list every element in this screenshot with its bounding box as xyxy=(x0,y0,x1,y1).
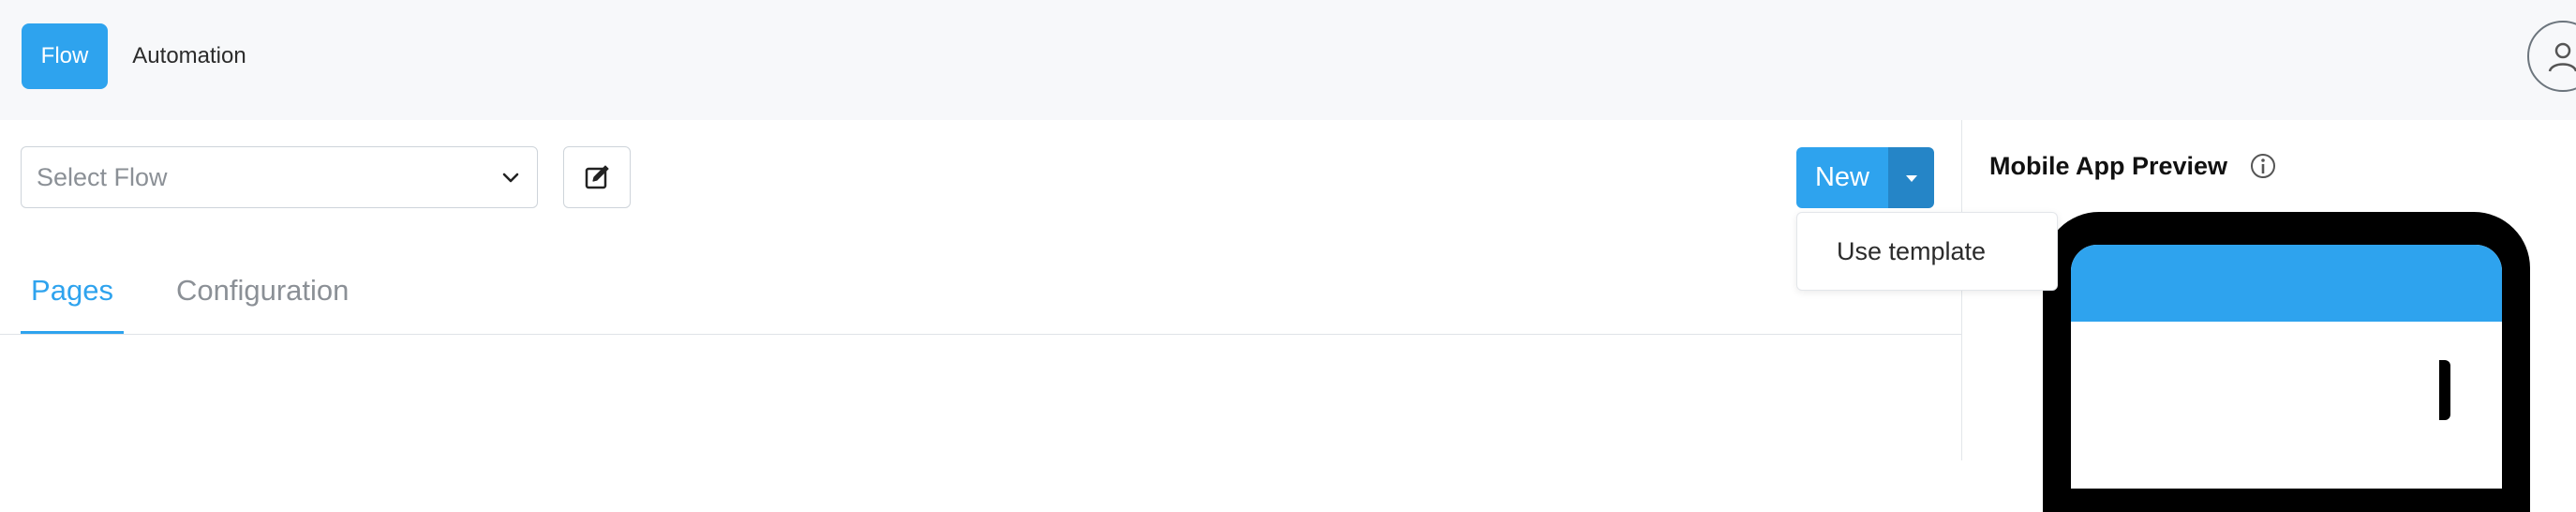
nav-tab-automation[interactable]: Automation xyxy=(114,23,264,89)
nav-tab-flow[interactable]: Flow xyxy=(22,23,108,89)
nav-tab-label: Automation xyxy=(132,43,246,68)
tab-pages[interactable]: Pages xyxy=(21,247,124,334)
phone-screen xyxy=(2071,245,2502,489)
top-navbar: Flow Automation xyxy=(0,0,2576,120)
tab-label: Configuration xyxy=(176,273,350,307)
new-button-label: New xyxy=(1814,162,1869,192)
new-dropdown-menu: Use template xyxy=(1796,212,2058,291)
user-avatar-button[interactable] xyxy=(2527,21,2576,92)
user-icon xyxy=(2548,42,2576,72)
phone-side-button xyxy=(2439,360,2450,420)
flow-select-dropdown[interactable]: Select Flow xyxy=(21,146,538,208)
chevron-down-icon xyxy=(502,173,519,183)
content-tabs: Pages Configuration xyxy=(0,247,1961,335)
nav-tab-label: Flow xyxy=(40,43,89,68)
new-dropdown-toggle[interactable] xyxy=(1888,147,1934,208)
menu-item-use-template[interactable]: Use template xyxy=(1837,237,1986,266)
edit-icon xyxy=(585,165,609,189)
phone-app-header xyxy=(2071,245,2502,322)
flow-editor-panel: Select Flow New Use template Pages Confi… xyxy=(0,120,2058,460)
caret-down-icon xyxy=(1905,174,1917,182)
new-button-group: New xyxy=(1796,147,1934,208)
flow-select-placeholder: Select Flow xyxy=(37,162,168,191)
new-button[interactable]: New xyxy=(1796,147,1888,208)
tab-label: Pages xyxy=(31,273,113,307)
edit-flow-button[interactable] xyxy=(563,146,631,208)
tab-configuration[interactable]: Configuration xyxy=(176,247,349,334)
preview-title: Mobile App Preview xyxy=(1989,152,2228,180)
info-icon[interactable] xyxy=(2249,152,2277,180)
